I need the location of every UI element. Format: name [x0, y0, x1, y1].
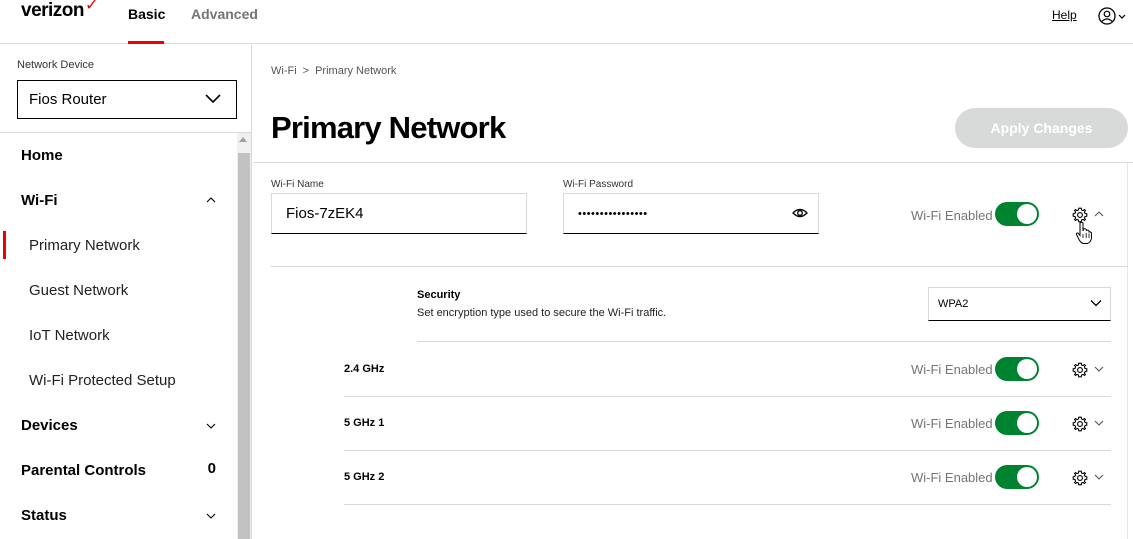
band-divider [344, 396, 1111, 397]
sidebar-item-label: Status [21, 507, 67, 524]
sidebar-item-wps[interactable]: Wi-Fi Protected Setup [0, 358, 236, 403]
sidebar-item-wifi[interactable]: Wi-Fi [0, 178, 236, 223]
network-device-value: Fios Router [29, 91, 107, 108]
security-title: Security [417, 289, 461, 301]
chevron-down-icon[interactable] [1094, 472, 1104, 482]
sidebar-item-label: Devices [21, 417, 78, 434]
wifi-name-label: Wi-Fi Name [271, 179, 324, 190]
toggle-knob [1017, 359, 1037, 379]
chevron-up-icon [206, 197, 216, 203]
sidebar-item-label: Guest Network [29, 282, 129, 299]
sidebar: Network Device Fios Router Home Wi-Fi Pr… [0, 45, 252, 539]
user-icon [1098, 7, 1126, 25]
chevron-down-icon [206, 423, 216, 429]
apply-changes-button[interactable]: Apply Changes [955, 108, 1128, 148]
wifi-name-input[interactable]: Fios-7zEK4 [271, 193, 527, 234]
chevron-down-icon[interactable] [1094, 418, 1104, 428]
sidebar-item-label: Home [21, 147, 63, 164]
tab-basic[interactable]: Basic [128, 6, 165, 22]
scroll-up-arrow[interactable] [239, 137, 247, 142]
user-menu-button[interactable] [1098, 6, 1128, 26]
wifi-enabled-label: Wi-Fi Enabled [911, 208, 993, 223]
security-type-select[interactable]: WPA2 [928, 287, 1111, 321]
band-label-2-4ghz: 2.4 GHz [344, 363, 385, 375]
wifi-password-value: •••••••••••••••• [578, 207, 648, 220]
sidebar-item-home[interactable]: Home [0, 133, 236, 178]
toggle-knob [1017, 413, 1037, 433]
sidebar-nav: Home Wi-Fi Primary Network Guest Network… [0, 133, 236, 539]
chevron-down-icon [205, 94, 221, 104]
main-scrollbar[interactable] [1127, 163, 1133, 539]
section-divider [271, 266, 1128, 267]
band-5ghz-1-toggle[interactable] [995, 411, 1039, 435]
band-divider [344, 504, 1111, 505]
breadcrumb-parent[interactable]: Wi-Fi [271, 65, 297, 77]
wifi-name-value: Fios-7zEK4 [286, 205, 364, 222]
toggle-knob [1017, 467, 1037, 487]
sidebar-item-guest-network[interactable]: Guest Network [0, 268, 236, 313]
sidebar-item-label: IoT Network [29, 327, 110, 344]
toggle-knob [1017, 204, 1037, 224]
sidebar-item-status[interactable]: Status [0, 493, 236, 538]
band-label-5ghz-2: 5 GHz 2 [344, 471, 385, 483]
security-description: Set encryption type used to secure the W… [417, 307, 667, 319]
sidebar-scrollbar[interactable] [237, 133, 251, 539]
tab-advanced[interactable]: Advanced [191, 6, 258, 22]
page-title: Primary Network [271, 110, 506, 145]
top-bar: verizon✓ Basic Advanced Help [0, 0, 1133, 44]
chevron-up-icon[interactable] [1094, 209, 1104, 219]
breadcrumb-separator: > [302, 65, 310, 77]
band-5ghz-2-toggle[interactable] [995, 465, 1039, 489]
breadcrumb-current: Primary Network [315, 65, 397, 77]
sidebar-item-label: Parental Controls [21, 462, 147, 479]
wifi-enabled-toggle[interactable] [995, 202, 1039, 226]
network-device-label: Network Device [17, 59, 95, 71]
sidebar-item-iot-network[interactable]: IoT Network [0, 313, 236, 358]
chevron-down-icon [1090, 300, 1102, 307]
sidebar-item-label: Wi-Fi [21, 192, 58, 209]
eye-icon[interactable] [792, 207, 808, 219]
parental-controls-count: 0 [207, 460, 216, 477]
wifi-password-input[interactable]: •••••••••••••••• [563, 193, 819, 234]
help-link[interactable]: Help [1052, 8, 1077, 22]
hand-cursor-icon [1075, 221, 1093, 244]
band-divider [344, 450, 1111, 451]
sidebar-item-label: Wi-Fi Protected Setup [29, 372, 176, 389]
band-enabled-label: Wi-Fi Enabled [911, 362, 993, 377]
sidebar-item-parental-controls[interactable]: Parental Controls 0 [0, 448, 236, 493]
chevron-down-icon [206, 513, 216, 519]
band-enabled-label: Wi-Fi Enabled [911, 470, 993, 485]
scrollbar-thumb[interactable] [238, 153, 250, 539]
logo-text: verizon [21, 0, 85, 21]
band-label-5ghz-1: 5 GHz 1 [344, 417, 385, 429]
breadcrumb: Wi-Fi > Primary Network [271, 65, 396, 77]
verizon-logo[interactable]: verizon✓ [21, 0, 98, 22]
band-enabled-label: Wi-Fi Enabled [911, 416, 993, 431]
sidebar-item-label: Primary Network [29, 237, 140, 254]
gear-icon[interactable] [1072, 362, 1088, 378]
wifi-password-label: Wi-Fi Password [563, 179, 634, 190]
sidebar-item-primary-network[interactable]: Primary Network [0, 223, 236, 268]
gear-icon[interactable] [1072, 470, 1088, 486]
security-type-value: WPA2 [938, 298, 969, 310]
sidebar-item-devices[interactable]: Devices [0, 403, 236, 448]
band-2-4ghz-toggle[interactable] [995, 357, 1039, 381]
gear-icon[interactable] [1072, 416, 1088, 432]
logo-check: ✓ [85, 0, 98, 14]
header-divider [253, 162, 1133, 163]
active-tab-indicator [128, 41, 164, 44]
chevron-down-icon[interactable] [1094, 364, 1104, 374]
network-device-select[interactable]: Fios Router [17, 80, 237, 119]
security-divider [417, 341, 1111, 342]
